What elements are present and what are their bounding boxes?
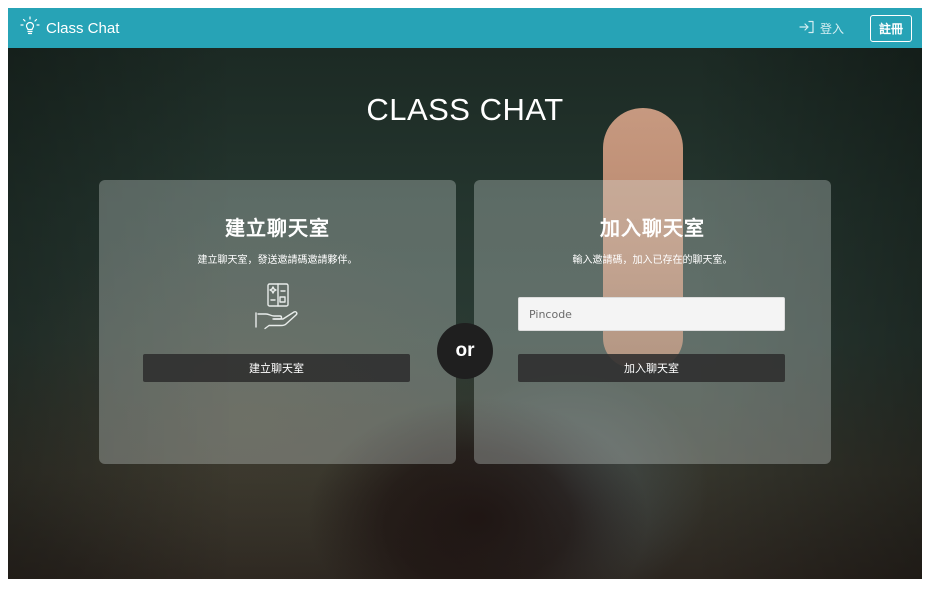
navbar: Class Chat 登入 註冊 bbox=[8, 8, 922, 48]
hero-section: CLASS CHAT 建立聊天室 建立聊天室，發送邀請碼邀請夥伴。 建立聊天室 … bbox=[8, 48, 922, 579]
pincode-input[interactable] bbox=[518, 297, 785, 331]
lightbulb-icon bbox=[20, 16, 40, 40]
page-title: CLASS CHAT bbox=[366, 92, 564, 127]
join-room-card: 加入聊天室 輸入邀請碼，加入已存在的聊天室。 加入聊天室 bbox=[474, 180, 831, 464]
brand-name: Class Chat bbox=[46, 19, 120, 37]
hand-card-icon bbox=[254, 280, 302, 332]
join-room-title: 加入聊天室 bbox=[600, 216, 705, 240]
create-room-card: 建立聊天室 建立聊天室，發送邀請碼邀請夥伴。 建立聊天室 bbox=[99, 180, 456, 464]
brand-link[interactable]: Class Chat bbox=[20, 16, 119, 40]
register-button[interactable]: 註冊 bbox=[869, 14, 912, 42]
join-room-button[interactable]: 加入聊天室 bbox=[518, 354, 785, 382]
create-room-button[interactable]: 建立聊天室 bbox=[143, 354, 410, 382]
sign-in-icon bbox=[799, 20, 815, 37]
login-link[interactable]: 登入 bbox=[799, 20, 844, 37]
login-label: 登入 bbox=[819, 21, 844, 36]
create-room-title: 建立聊天室 bbox=[225, 216, 330, 240]
app-frame: Class Chat 登入 註冊 CLASS CHAT 建立聊天室 建立聊天室，… bbox=[8, 8, 922, 579]
create-room-subtitle: 建立聊天室，發送邀請碼邀請夥伴。 bbox=[197, 255, 358, 266]
nav-actions: 登入 註冊 bbox=[799, 14, 912, 42]
join-room-subtitle: 輸入邀請碼，加入已存在的聊天室。 bbox=[572, 255, 733, 266]
or-divider: or bbox=[437, 323, 493, 379]
